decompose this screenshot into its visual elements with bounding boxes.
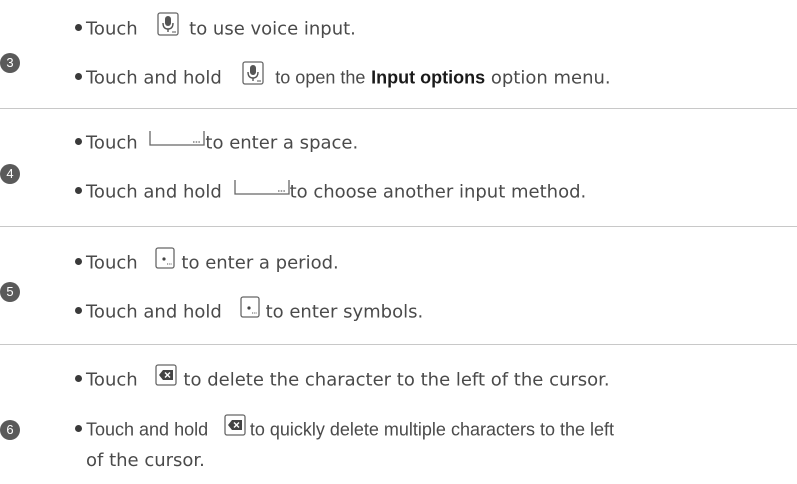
- bullet-continuation: of the cursor.: [86, 450, 205, 471]
- menu-name-bold: Input options: [371, 67, 486, 88]
- bullet-text-post: option menu.: [490, 67, 611, 89]
- delete-key-icon: [224, 414, 246, 443]
- bullet-dot: [75, 24, 82, 31]
- bullet-text-post: to enter a period.: [181, 252, 339, 274]
- bullet-text-post: to enter symbols.: [265, 301, 424, 323]
- bullet-dot: [75, 73, 82, 80]
- bullet-dot: [75, 187, 82, 194]
- bullet-text-pre: Touch: [86, 369, 138, 391]
- bullet-dot: [75, 425, 82, 432]
- bullet-dot: [75, 375, 82, 382]
- step-number-badge: 4: [0, 164, 20, 184]
- bullet-item: Touch to delete the character to the lef…: [75, 364, 610, 395]
- bullet-text-pre: Touch: [86, 132, 138, 154]
- space-key-icon: [149, 129, 206, 154]
- step-number-badge: 3: [0, 53, 20, 73]
- bullet-item: Touch and hold to choose another input m…: [75, 180, 586, 205]
- bullet-text-post: to delete the character to the left of t…: [183, 369, 610, 391]
- space-key-icon: [233, 178, 290, 203]
- bullet-item: Touch to use voice input.: [75, 12, 356, 45]
- bullet-item: Touch to enter a period.: [75, 247, 339, 278]
- bullet-item: Touch and hold to open the Input options…: [75, 61, 611, 94]
- microphone-key-icon: [241, 61, 264, 92]
- bullet-text-pre: Touch and hold: [86, 181, 222, 203]
- bullet-dot: [75, 307, 82, 314]
- bullet-text-post: to quickly delete multiple characters to…: [249, 419, 615, 440]
- bullet-text-pre: Touch and hold: [86, 301, 222, 323]
- bullet-text-post: to use voice input.: [189, 18, 356, 40]
- step-number-badge: 6: [0, 420, 20, 440]
- bullet-text-pre: Touch and hold: [86, 419, 209, 440]
- divider: [0, 344, 797, 345]
- bullet-text-pre: Touch: [86, 18, 138, 40]
- divider: [0, 226, 797, 227]
- bullet-text-post: to choose another input method.: [289, 181, 587, 203]
- bullet-text-post: to enter a space.: [205, 132, 359, 154]
- bullet-item: Touch and hold to quickly delete multipl…: [75, 414, 615, 445]
- period-key-icon: [239, 296, 260, 325]
- bullet-text-pre: Touch: [86, 252, 138, 274]
- bullet-item: Touch and hold to enter symbols.: [75, 296, 424, 327]
- bullet-dot: [75, 138, 82, 145]
- divider: [0, 108, 797, 109]
- bullet-dot: [75, 258, 82, 265]
- microphone-key-icon: [157, 12, 180, 43]
- bullet-item: Touch to enter a space.: [75, 131, 358, 156]
- bullet-text-pre: Touch and hold: [86, 67, 222, 89]
- step-number-badge: 5: [0, 282, 20, 302]
- delete-key-icon: [155, 364, 178, 393]
- period-key-icon: [155, 247, 176, 276]
- bullet-text-post: to open the: [275, 67, 366, 88]
